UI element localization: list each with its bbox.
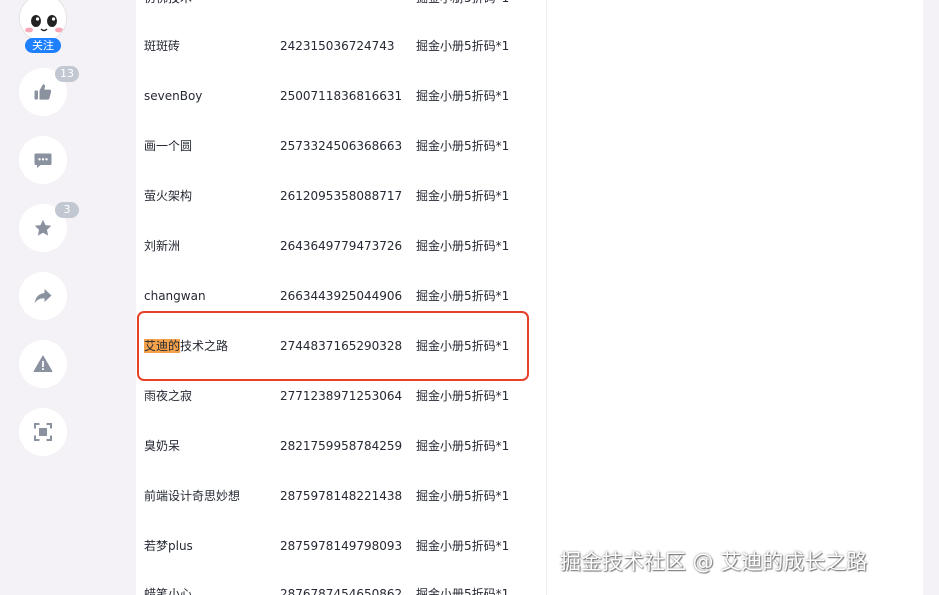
- table-row: 刘新洲 2643649779473726 掘金小册5折码*1: [144, 236, 544, 256]
- row-username: 萤火架构: [144, 189, 193, 203]
- watermark: 掘金技术社区 @ 艾迪的成长之路: [560, 550, 868, 574]
- table-row: 若梦plus 2875978149798093 掘金小册5折码*1: [144, 536, 544, 556]
- fullscreen-icon: [34, 423, 52, 441]
- row-username: 前端设计奇思妙想: [144, 489, 241, 503]
- annotation-highlight-box: [137, 311, 529, 381]
- row-user-id: 2875978148221438: [280, 489, 403, 503]
- row-user-id: 242315036724743: [280, 39, 395, 53]
- row-username: 臭奶呆: [144, 439, 181, 453]
- follow-button[interactable]: 关注: [25, 38, 61, 53]
- row-prize: 掘金小册5折码*1: [416, 389, 510, 403]
- table-row: 萤火架构 2612095358088717 掘金小册5折码*1: [144, 186, 544, 206]
- table-row: 雨夜之寂 2771238971253064 掘金小册5折码*1: [144, 386, 544, 406]
- table-row: 蜡笔小心 2876787454650862 掘金小册5折码*1: [144, 584, 544, 595]
- table-row: 臭奶呆 2821759958784259 掘金小册5折码*1: [144, 436, 544, 456]
- right-sidebar-panel: [546, 0, 923, 595]
- row-prize: 掘金小册5折码*1: [416, 439, 510, 453]
- cartoon-face-icon: [20, 0, 66, 41]
- collect-button[interactable]: 3: [19, 202, 79, 252]
- article-content: 仿佛技术 掘金小册5折码*1 斑斑砖 242315036724743 掘金小册5…: [136, 0, 546, 595]
- table-row: changwan 2663443925044906 掘金小册5折码*1: [144, 286, 544, 306]
- comment-button[interactable]: [19, 136, 67, 184]
- row-user-id: 2771238971253064: [280, 389, 403, 403]
- warning-icon: [33, 355, 53, 372]
- row-user-id: 2573324506368663: [280, 139, 403, 153]
- row-username: 画一个圆: [144, 139, 193, 153]
- row-username: 刘新洲: [144, 239, 181, 253]
- row-prize: 掘金小册5折码*1: [416, 0, 509, 8]
- comment-icon: [34, 153, 52, 168]
- row-username: 若梦plus: [144, 539, 193, 553]
- row-prize: 掘金小册5折码*1: [416, 539, 510, 553]
- share-button[interactable]: [19, 272, 67, 320]
- row-username: changwan: [144, 289, 206, 303]
- author-avatar-group[interactable]: 关注: [19, 0, 67, 53]
- report-button[interactable]: [19, 340, 67, 388]
- row-user-id: 2500711836816631: [280, 89, 403, 103]
- table-row: 斑斑砖 242315036724743 掘金小册5折码*1: [144, 36, 544, 56]
- row-username: 雨夜之寂: [144, 389, 193, 403]
- table-row: 前端设计奇思妙想 2875978148221438 掘金小册5折码*1: [144, 486, 544, 506]
- like-count-badge: 13: [55, 66, 79, 82]
- thumbs-up-icon: [34, 84, 52, 100]
- row-prize: 掘金小册5折码*1: [416, 239, 510, 253]
- row-prize: 掘金小册5折码*1: [416, 89, 510, 103]
- row-user-id: 2875978149798093: [280, 539, 403, 553]
- row-username: 仿佛技术: [144, 0, 192, 8]
- row-user-id: 2643649779473726: [280, 239, 403, 253]
- row-prize: 掘金小册5折码*1: [416, 289, 510, 303]
- like-button[interactable]: 13: [19, 66, 79, 116]
- table-row: 仿佛技术 掘金小册5折码*1: [144, 0, 544, 8]
- star-icon: [34, 219, 52, 236]
- table-row: 画一个圆 2573324506368663 掘金小册5折码*1: [144, 136, 544, 156]
- row-user-id: 2663443925044906: [280, 289, 403, 303]
- row-username: 蜡笔小心: [144, 587, 193, 595]
- row-prize: 掘金小册5折码*1: [416, 587, 510, 595]
- row-user-id: 2612095358088717: [280, 189, 403, 203]
- row-user-id: 2821759958784259: [280, 439, 403, 453]
- author-avatar[interactable]: [19, 0, 67, 42]
- row-prize: 掘金小册5折码*1: [416, 489, 510, 503]
- fullscreen-button[interactable]: [19, 408, 67, 456]
- article-action-sidebar: 关注 13 3: [0, 0, 104, 595]
- row-prize: 掘金小册5折码*1: [416, 139, 510, 153]
- collect-count-badge: 3: [55, 202, 79, 218]
- row-user-id: 2876787454650862: [280, 587, 403, 595]
- row-prize: 掘金小册5折码*1: [416, 189, 510, 203]
- table-row: sevenBoy 2500711836816631 掘金小册5折码*1: [144, 86, 544, 106]
- row-prize: 掘金小册5折码*1: [416, 39, 510, 53]
- row-username: 斑斑砖: [144, 39, 181, 53]
- row-username: sevenBoy: [144, 89, 203, 103]
- share-icon: [34, 289, 52, 303]
